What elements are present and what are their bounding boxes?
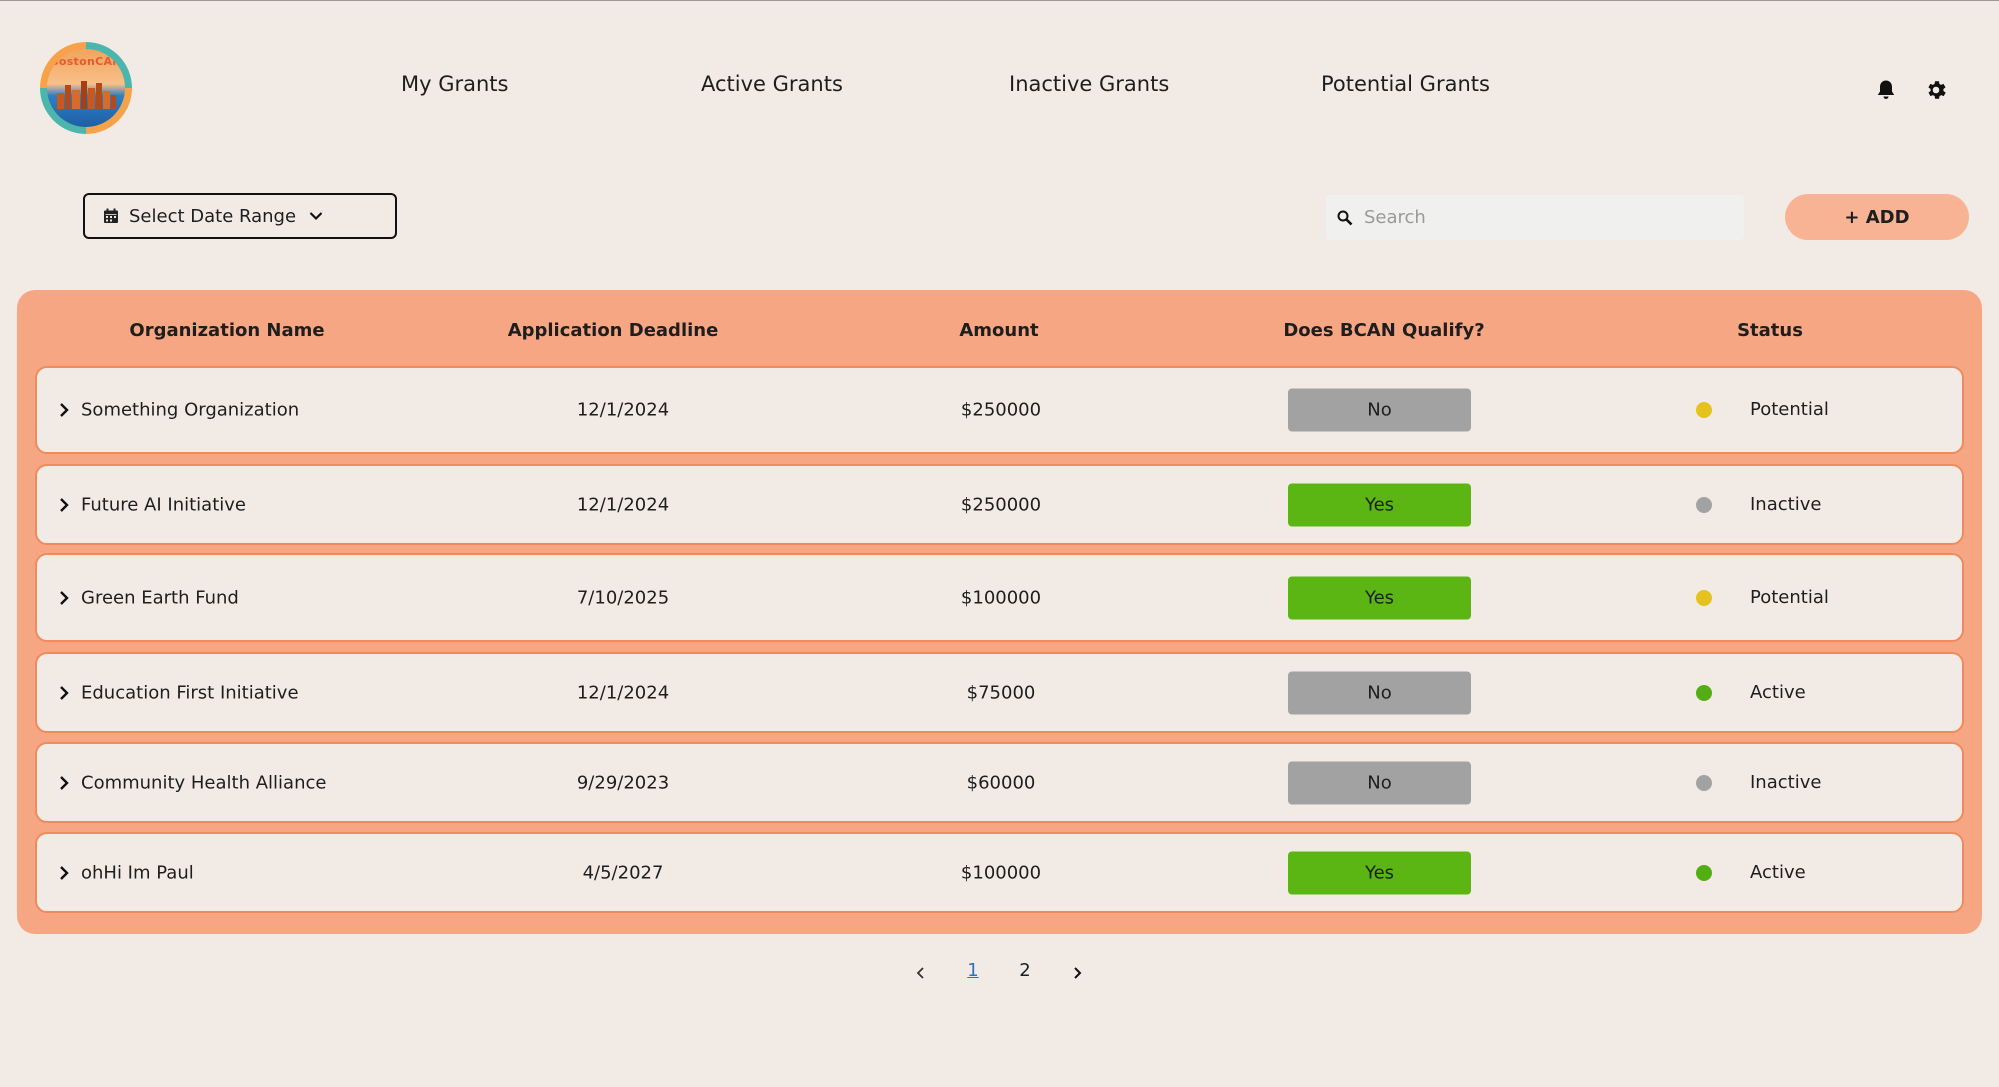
prev-page-icon[interactable]: [914, 966, 928, 980]
chevron-right-icon[interactable]: [55, 589, 73, 607]
amount: $250000: [960, 399, 1042, 421]
gear-icon[interactable]: [1924, 78, 1948, 102]
qualify-badge: No: [1288, 388, 1471, 432]
status-dot: [1696, 496, 1712, 513]
chevron-right-icon[interactable]: [55, 496, 73, 514]
status-dot: [1696, 864, 1712, 881]
table-row[interactable]: Green Earth Fund 7/10/2025 $100000 Yes P…: [35, 553, 1964, 642]
calendar-icon: [104, 208, 118, 223]
org-name: Green Earth Fund: [81, 587, 239, 608]
application-deadline: 12/1/2024: [576, 399, 670, 421]
search-input[interactable]: [1362, 206, 1726, 229]
nav-potential-grants[interactable]: Potential Grants: [1321, 72, 1490, 96]
application-deadline: 7/10/2025: [576, 587, 670, 608]
qualify-badge: Yes: [1288, 483, 1471, 526]
chevron-down-icon: [309, 212, 323, 221]
header: BostonCAN My Grants Active Grants Inacti…: [0, 0, 1999, 180]
org-name: Something Organization: [81, 399, 300, 421]
application-deadline: 12/1/2024: [576, 682, 670, 703]
add-grant-button[interactable]: + ADD: [1785, 194, 1969, 240]
status-label: Inactive: [1750, 771, 1822, 793]
status-label: Inactive: [1750, 493, 1822, 515]
application-deadline: 12/1/2024: [576, 494, 670, 515]
status-dot: [1696, 774, 1712, 791]
status-label: Potential: [1750, 399, 1829, 420]
status-label: Active: [1750, 681, 1806, 703]
amount: $250000: [960, 494, 1042, 515]
header-amount[interactable]: Amount: [959, 320, 1038, 341]
table-row[interactable]: ohHi Im Paul 4/5/2027 $100000 Yes Active: [35, 832, 1964, 913]
date-range-label: Select Date Range: [129, 205, 297, 227]
amount: $100000: [960, 587, 1042, 608]
page-1-link[interactable]: 1: [967, 960, 978, 981]
logo-text: BostonCAN: [50, 55, 122, 68]
logo-badge: BostonCAN: [47, 49, 125, 127]
qualify-badge: Yes: [1288, 851, 1471, 894]
nav-my-grants[interactable]: My Grants: [401, 72, 508, 96]
org-name: Community Health Alliance: [81, 772, 327, 793]
status-dot: [1696, 684, 1712, 701]
page-2-link[interactable]: 2: [1019, 960, 1030, 981]
skyline-icon: [57, 81, 116, 109]
qualify-badge: No: [1288, 761, 1471, 804]
org-name: Education First Initiative: [81, 682, 299, 703]
bell-icon[interactable]: [1874, 78, 1898, 102]
date-range-select[interactable]: Select Date Range: [83, 193, 397, 239]
next-page-icon[interactable]: [1070, 966, 1084, 980]
application-deadline: 4/5/2027: [582, 862, 664, 883]
header-does-bcan-qualify[interactable]: Does BCAN Qualify?: [1283, 320, 1484, 341]
amount: $60000: [966, 772, 1036, 793]
status-label: Potential: [1750, 586, 1829, 608]
header-application-deadline[interactable]: Application Deadline: [508, 320, 719, 341]
status-label: Active: [1750, 861, 1806, 883]
nav-inactive-grants[interactable]: Inactive Grants: [1009, 72, 1169, 96]
application-deadline: 9/29/2023: [576, 772, 670, 793]
org-name: ohHi Im Paul: [81, 862, 194, 883]
qualify-badge: Yes: [1288, 576, 1471, 619]
org-name: Future AI Initiative: [81, 494, 246, 515]
search-icon: [1337, 210, 1353, 225]
status-dot: [1696, 402, 1712, 418]
bostoncan-logo[interactable]: BostonCAN: [40, 42, 132, 134]
qualify-badge: No: [1288, 671, 1471, 714]
header-organization-name[interactable]: Organization Name: [129, 320, 324, 341]
status-dot: [1696, 589, 1712, 606]
table-row[interactable]: Something Organization 12/1/2024 $250000…: [35, 366, 1964, 454]
table-row[interactable]: Future AI Initiative 12/1/2024 $250000 Y…: [35, 464, 1964, 545]
chevron-right-icon[interactable]: [55, 401, 73, 419]
chevron-right-icon[interactable]: [55, 774, 73, 792]
header-status[interactable]: Status: [1737, 320, 1803, 341]
nav-active-grants[interactable]: Active Grants: [701, 72, 843, 96]
table-row[interactable]: Community Health Alliance 9/29/2023 $600…: [35, 742, 1964, 823]
amount: $100000: [960, 862, 1042, 883]
search-box: [1326, 195, 1744, 240]
amount: $75000: [966, 682, 1036, 703]
chevron-right-icon[interactable]: [55, 684, 73, 702]
table-row[interactable]: Education First Initiative 12/1/2024 $75…: [35, 652, 1964, 733]
chevron-right-icon[interactable]: [55, 864, 73, 882]
